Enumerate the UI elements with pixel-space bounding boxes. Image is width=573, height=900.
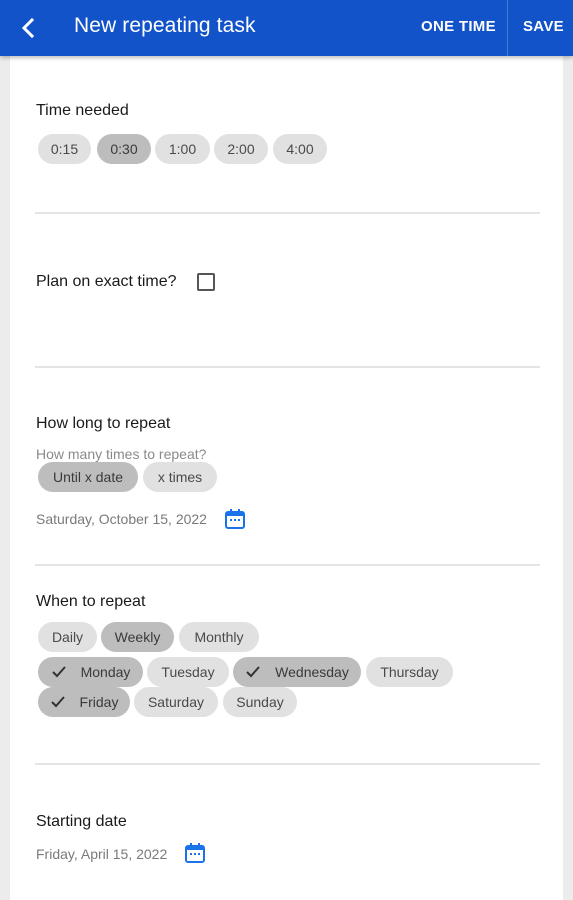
time-chip-0-30[interactable]: 0:30 xyxy=(97,134,151,164)
start-date-text[interactable]: Friday, April 15, 2022 xyxy=(36,846,167,862)
day-chip-friday[interactable]: Friday xyxy=(38,687,130,717)
save-button[interactable]: SAVE xyxy=(523,18,564,35)
one-time-button[interactable]: ONE TIME xyxy=(421,18,496,35)
end-date-text[interactable]: Saturday, October 15, 2022 xyxy=(36,511,207,527)
time-chip-2-00[interactable]: 2:00 xyxy=(214,134,268,164)
calendar-icon[interactable] xyxy=(184,842,206,864)
app-bar: New repeating task ONE TIME SAVE xyxy=(0,0,573,56)
time-chip-4-00[interactable]: 4:00 xyxy=(273,134,327,164)
day-chip-monday[interactable]: Monday xyxy=(38,657,143,687)
page-title: New repeating task xyxy=(74,14,256,37)
until-date-chip[interactable]: Until x date xyxy=(38,462,138,492)
section-divider xyxy=(35,564,540,566)
x-times-chip[interactable]: x times xyxy=(143,462,217,492)
monthly-chip[interactable]: Monthly xyxy=(179,622,259,652)
weekly-chip[interactable]: Weekly xyxy=(101,622,174,652)
calendar-icon[interactable] xyxy=(224,508,246,530)
back-button[interactable] xyxy=(8,8,48,48)
check-icon xyxy=(50,696,65,708)
time-needed-title: Time needed xyxy=(36,102,129,119)
section-divider xyxy=(35,212,540,214)
day-label: Friday xyxy=(79,694,119,710)
section-divider xyxy=(35,763,540,765)
daily-chip[interactable]: Daily xyxy=(38,622,97,652)
arrow-back-icon xyxy=(21,17,35,39)
day-chip-wednesday[interactable]: Wednesday xyxy=(233,657,361,687)
exact-time-checkbox[interactable] xyxy=(197,273,215,291)
section-divider xyxy=(35,366,540,368)
day-label: Wednesday xyxy=(275,664,349,680)
day-chip-thursday[interactable]: Thursday xyxy=(366,657,453,687)
starting-date-title: Starting date xyxy=(36,813,127,830)
exact-time-label: Plan on exact time? xyxy=(36,273,177,290)
action-divider xyxy=(507,0,508,56)
day-label: Monday xyxy=(80,664,131,680)
day-chip-sunday[interactable]: Sunday xyxy=(223,687,297,717)
time-chip-0-15[interactable]: 0:15 xyxy=(38,134,91,164)
time-chip-1-00[interactable]: 1:00 xyxy=(155,134,210,164)
how-long-title: How long to repeat xyxy=(36,415,171,432)
when-to-repeat-title: When to repeat xyxy=(36,593,146,610)
check-icon xyxy=(51,666,66,678)
how-long-hint: How many times to repeat? xyxy=(36,446,207,462)
form-card: Time needed 0:15 0:30 1:00 2:00 4:00 Pla… xyxy=(10,56,563,900)
check-icon xyxy=(246,666,260,678)
day-chip-tuesday[interactable]: Tuesday xyxy=(147,657,229,687)
day-chip-saturday[interactable]: Saturday xyxy=(134,687,218,717)
